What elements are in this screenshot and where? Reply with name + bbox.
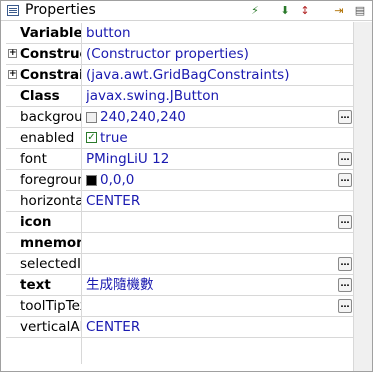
property-name: background	[6, 107, 82, 127]
property-name-label: Variable	[20, 25, 82, 41]
property-name-label: text	[20, 277, 51, 293]
property-value-text: 240,240,240	[100, 109, 186, 125]
property-value[interactable]	[86, 296, 334, 316]
property-name-label: verticalAlignment	[20, 319, 81, 335]
property-row-text[interactable]: text 生成隨機數 …	[6, 275, 354, 296]
panel-titlebar: Properties ⚡ ⬇ ↕ ⇥ ▤	[1, 1, 372, 21]
property-value-text: button	[86, 25, 131, 41]
property-name: Class	[6, 86, 82, 106]
property-name: +Constraints	[6, 65, 82, 85]
edit-ellipsis-button[interactable]: …	[338, 257, 352, 271]
edit-ellipsis-button[interactable]: …	[338, 278, 352, 292]
property-name: +Constructor	[6, 44, 82, 64]
property-name: enabled	[6, 128, 82, 148]
property-name: icon	[6, 212, 82, 232]
property-row-variable[interactable]: Variable button	[6, 23, 354, 44]
property-name-label: Constraints	[20, 67, 82, 83]
property-name: font	[6, 149, 82, 169]
edit-ellipsis-button[interactable]: …	[338, 152, 352, 166]
panel-title: Properties	[25, 2, 96, 18]
property-value[interactable]: javax.swing.JButton	[86, 86, 334, 106]
menu-icon[interactable]: ▤	[352, 3, 368, 19]
vertical-scrollbar[interactable]	[353, 22, 372, 371]
property-name: verticalAlignment	[6, 317, 82, 337]
property-row-horizontalalignment[interactable]: horizontalAlignmentCENTER	[6, 191, 354, 212]
property-row-constraints[interactable]: +Constraints(java.awt.GridBagConstraints…	[6, 65, 354, 86]
property-value[interactable]: 生成隨機數	[86, 275, 334, 295]
property-value[interactable]	[86, 212, 334, 232]
property-name-label: Constructor	[20, 46, 81, 62]
property-value-text: PMingLiU 12	[86, 151, 170, 167]
grid-column-divider	[6, 338, 82, 364]
property-value[interactable]	[86, 254, 334, 274]
property-name-label: mnemonic	[20, 235, 81, 251]
property-value-text: (Constructor properties)	[86, 46, 249, 62]
property-row-background[interactable]: background 240,240,240 …	[6, 107, 354, 128]
property-value-text: 生成隨機數	[86, 277, 154, 293]
property-name-label: font	[20, 151, 47, 167]
property-name-label: Class	[20, 88, 60, 104]
property-value[interactable]	[86, 233, 334, 253]
property-row-tooltiptext[interactable]: toolTipText …	[6, 296, 354, 317]
property-name: horizontalAlignment	[6, 191, 82, 211]
property-row-class[interactable]: Class javax.swing.JButton	[6, 86, 354, 107]
property-grid: Variablebutton+Constructor(Constructor p…	[6, 23, 354, 364]
property-name-label: selectedIcon	[20, 256, 81, 272]
property-name: toolTipText	[6, 296, 82, 316]
edit-ellipsis-button[interactable]: …	[338, 215, 352, 229]
property-value-text: javax.swing.JButton	[86, 88, 220, 104]
property-value[interactable]: CENTER	[86, 317, 334, 337]
edit-ellipsis-button[interactable]: …	[338, 173, 352, 187]
property-name: mnemonic	[6, 233, 82, 253]
properties-panel: Properties ⚡ ⬇ ↕ ⇥ ▤ Variable button + Cons…	[0, 0, 373, 372]
show-events-icon[interactable]: ⚡	[247, 3, 263, 19]
property-value[interactable]: CENTER	[86, 191, 334, 211]
property-name-label: foreground	[20, 172, 81, 188]
property-value[interactable]: 240,240,240	[86, 107, 334, 127]
edit-ellipsis-button[interactable]: …	[338, 110, 352, 124]
property-row-selectedicon[interactable]: selectedIcon …	[6, 254, 354, 275]
property-value-text: 0,0,0	[100, 172, 135, 188]
property-value-text: (java.awt.GridBagConstraints)	[86, 67, 290, 83]
property-value-text: CENTER	[86, 193, 141, 209]
property-value[interactable]: (java.awt.GridBagConstraints)	[86, 65, 334, 85]
property-name: text	[6, 275, 82, 295]
sort-icon[interactable]: ↕	[297, 3, 313, 19]
property-value[interactable]: button	[86, 23, 334, 43]
property-value[interactable]: PMingLiU 12	[86, 149, 334, 169]
property-value[interactable]: 0,0,0	[86, 170, 334, 190]
property-value[interactable]: ✓ true	[86, 128, 334, 148]
properties-view-icon	[7, 5, 19, 16]
property-row-verticalalignment[interactable]: verticalAlignment CENTER	[6, 317, 354, 338]
color-swatch-icon	[86, 111, 97, 123]
property-row-enabled[interactable]: enabled ✓ true	[6, 128, 354, 149]
color-swatch-icon	[86, 174, 97, 186]
property-row-mnemonic[interactable]: mnemonic	[6, 233, 354, 254]
goto-definition-icon[interactable]: ⇥	[331, 3, 347, 19]
property-row-font[interactable]: font PMingLiU 12 …	[6, 149, 354, 170]
property-name: foreground	[6, 170, 82, 190]
property-row-icon[interactable]: icon …	[6, 212, 354, 233]
property-name-label: icon	[20, 214, 52, 230]
property-row-foreground[interactable]: foreground 0,0,0 …	[6, 170, 354, 191]
expand-icon[interactable]: +	[8, 49, 17, 58]
property-row-constructor[interactable]: +Constructor(Constructor properties)	[6, 44, 354, 65]
grid-empty-area	[6, 338, 354, 364]
property-name-label: toolTipText	[20, 298, 81, 314]
property-value-text: true	[100, 130, 128, 146]
property-name-label: background	[20, 109, 82, 125]
property-name-label: enabled	[20, 130, 75, 146]
expand-icon[interactable]: +	[8, 70, 17, 79]
property-name: Variable	[6, 23, 82, 43]
property-value-text: CENTER	[86, 319, 141, 335]
edit-ellipsis-button[interactable]: …	[338, 299, 352, 313]
property-name: selectedIcon	[6, 254, 82, 274]
show-advanced-icon[interactable]: ⬇	[277, 3, 293, 19]
property-value[interactable]: (Constructor properties)	[86, 44, 334, 64]
checkbox-icon[interactable]: ✓	[86, 131, 97, 143]
property-name-label: horizontalAlignment	[20, 193, 82, 209]
